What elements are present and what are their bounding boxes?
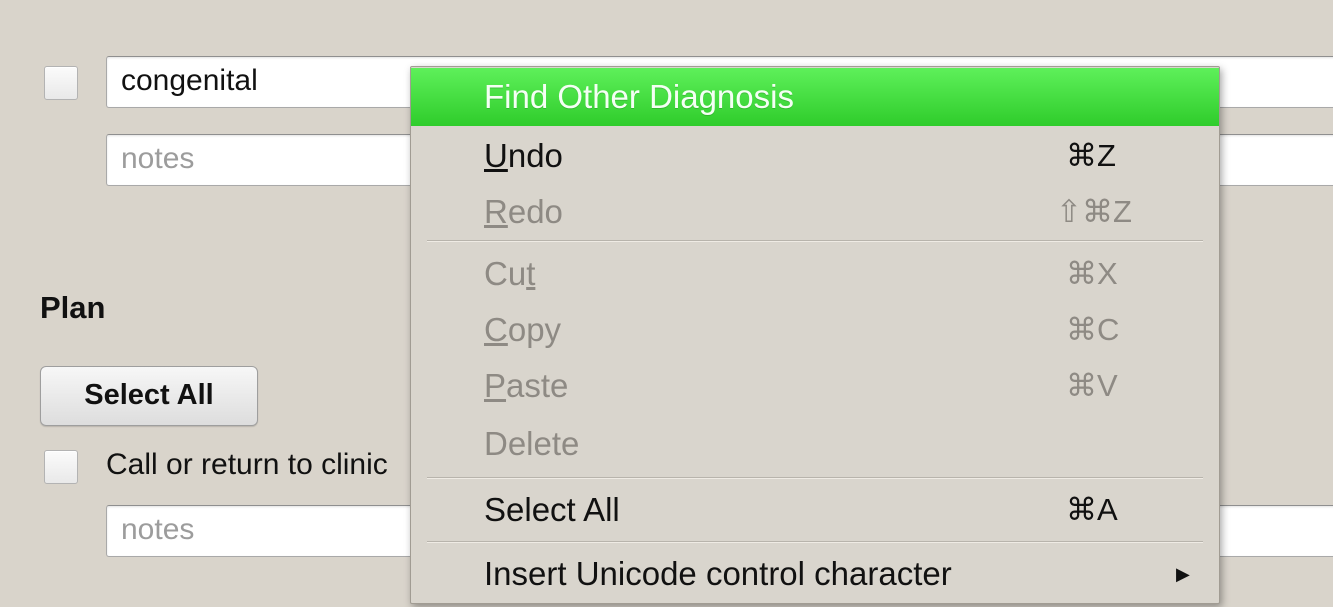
menu-shortcut: ⌘X — [1066, 256, 1118, 291]
menu-item-label: opy — [507, 311, 562, 348]
context-menu: Find Other Diagnosis Undo ⌘Z Redo ⇧⌘Z Cu… — [410, 66, 1220, 604]
menu-item-label: Cu — [484, 255, 527, 292]
menu-item-find-other-diagnosis[interactable]: Find Other Diagnosis — [411, 68, 1219, 126]
menu-item-label: edo — [507, 193, 563, 230]
menu-item-mnemonic: P — [484, 367, 507, 404]
menu-item-label: Delete — [484, 425, 580, 462]
call-or-return-checkbox[interactable] — [44, 450, 78, 484]
menu-separator — [427, 477, 1203, 479]
menu-shortcut: ⌘C — [1066, 312, 1120, 347]
menu-shortcut: ⌘V — [1066, 368, 1118, 403]
menu-shortcut: ⌘A — [1066, 492, 1118, 527]
submenu-arrow-icon: ▶ — [1176, 564, 1190, 584]
diagnosis-checkbox[interactable] — [44, 66, 78, 100]
menu-item-insert-unicode-control-character[interactable]: Insert Unicode control character ▶ — [411, 545, 1219, 603]
select-all-button[interactable]: Select All — [40, 366, 258, 426]
menu-shortcut: ⇧⌘Z — [1056, 194, 1132, 229]
menu-separator — [427, 541, 1203, 543]
menu-item-undo[interactable]: Undo ⌘Z — [411, 127, 1219, 185]
menu-item-redo[interactable]: Redo ⇧⌘Z — [411, 183, 1219, 241]
menu-item-cut[interactable]: Cut ⌘X — [411, 245, 1219, 303]
menu-item-label: Insert Unicode control character — [484, 555, 952, 592]
menu-item-label: Select All — [484, 491, 620, 528]
menu-item-label: Find Other Diagnosis — [484, 78, 794, 115]
menu-separator — [427, 240, 1203, 242]
menu-item-delete[interactable]: Delete — [411, 415, 1219, 473]
menu-item-select-all[interactable]: Select All ⌘A — [411, 481, 1219, 539]
menu-item-mnemonic: U — [484, 137, 508, 174]
call-or-return-label: Call or return to clinic — [106, 448, 388, 481]
plan-heading: Plan — [40, 290, 106, 325]
menu-item-mnemonic: C — [484, 311, 508, 348]
menu-item-label: aste — [506, 367, 569, 404]
menu-item-copy[interactable]: Copy ⌘C — [411, 301, 1219, 359]
menu-shortcut: ⌘Z — [1066, 138, 1116, 173]
menu-item-label: ndo — [507, 137, 563, 174]
menu-item-mnemonic: t — [526, 255, 536, 292]
menu-item-paste[interactable]: Paste ⌘V — [411, 357, 1219, 415]
menu-item-mnemonic: R — [484, 193, 508, 230]
